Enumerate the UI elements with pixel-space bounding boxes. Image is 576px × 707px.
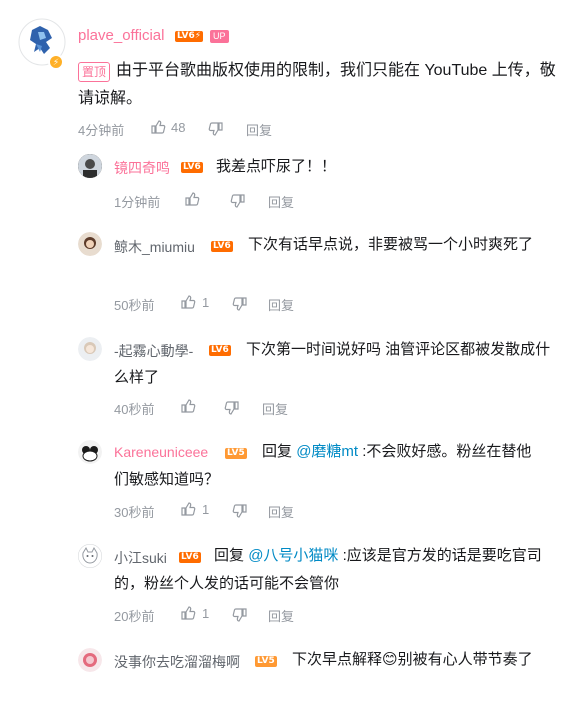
- avatar[interactable]: [78, 154, 102, 178]
- comment-text: 由于平台歌曲版权使用的限制，我们只能在 YouTube 上传，敬请谅解。: [78, 62, 556, 107]
- avatar[interactable]: [78, 337, 102, 361]
- reply-text: 回复 @八号小猫咪 :应该是官方发的话是要吃官司的，粉丝个人发的话可能不会管你: [114, 542, 546, 598]
- reply-text-part: 下次早点解释: [292, 651, 383, 668]
- reply-button[interactable]: 回复: [268, 606, 294, 625]
- avatar[interactable]: [78, 232, 102, 256]
- reply-button[interactable]: 回复: [246, 120, 272, 139]
- thumb-down-icon[interactable]: [230, 193, 246, 209]
- level-badge: LV6⚡: [175, 31, 204, 42]
- like-count: 1: [202, 295, 210, 310]
- mention-link[interactable]: @磨糖mt: [296, 443, 358, 460]
- verified-badge-icon: ⚡: [48, 54, 64, 70]
- thumb-up-icon[interactable]: [180, 398, 196, 414]
- username[interactable]: 镜四奇鸣: [114, 158, 170, 178]
- reply-button[interactable]: 回复: [268, 295, 294, 314]
- timestamp: 40秒前: [114, 402, 155, 417]
- thumb-down-icon[interactable]: [232, 296, 248, 312]
- thumb-down-icon[interactable]: [208, 121, 224, 137]
- timestamp: 20秒前: [114, 609, 155, 624]
- thumb-down-icon[interactable]: [232, 607, 248, 623]
- main-comment: ⚡ plave_official LV6⚡ UP 置顶 由于平台歌曲版权使用的限…: [0, 0, 576, 150]
- thumb-down-icon[interactable]: [232, 503, 248, 519]
- thumb-down-icon[interactable]: [224, 400, 240, 416]
- level-badge: LV6: [181, 162, 203, 173]
- reply-button[interactable]: 回复: [262, 399, 288, 418]
- reply-text: 下次早点解释😊别被有心人带节奏了: [114, 646, 554, 674]
- avatar[interactable]: [78, 440, 102, 464]
- timestamp: 30秒前: [114, 505, 155, 520]
- like-count: 1: [202, 606, 210, 621]
- mention-link[interactable]: @八号小猫咪: [248, 547, 338, 564]
- reply-text-part: 别被有心人带节奏了: [397, 651, 533, 668]
- reply-text: 下次第一时间说好吗 油管评论区都被发散成什么样了: [114, 341, 551, 386]
- reply-button[interactable]: 回复: [268, 502, 294, 521]
- like-count: 48: [171, 120, 186, 135]
- like-count: 1: [202, 502, 210, 517]
- reply-prefix: 回复: [214, 547, 245, 564]
- thumb-up-icon[interactable]: [180, 501, 196, 517]
- avatar[interactable]: [78, 544, 102, 568]
- thumb-up-icon[interactable]: [180, 605, 196, 621]
- smile-emoji-icon: 😊: [382, 651, 398, 668]
- reply-text: 下次有话早点说，非要被骂一个小时爽死了: [248, 236, 534, 253]
- reply-text: 我差点吓尿了！！: [216, 158, 337, 175]
- thumb-up-icon[interactable]: [180, 294, 196, 310]
- timestamp: 4分钟前: [78, 123, 125, 138]
- up-badge: UP: [210, 30, 229, 43]
- thumb-up-icon[interactable]: [150, 119, 166, 135]
- reply-button[interactable]: 回复: [268, 192, 294, 211]
- username[interactable]: plave_official: [78, 27, 164, 44]
- thumb-up-icon[interactable]: [184, 191, 200, 207]
- reply-prefix: 回复: [262, 443, 293, 460]
- timestamp: 50秒前: [114, 298, 155, 313]
- avatar[interactable]: [78, 648, 102, 672]
- reply-text: 回复 @磨糖mt :不会败好感。粉丝在替他们敏感知道吗？: [114, 438, 546, 494]
- timestamp: 1分钟前: [114, 195, 161, 210]
